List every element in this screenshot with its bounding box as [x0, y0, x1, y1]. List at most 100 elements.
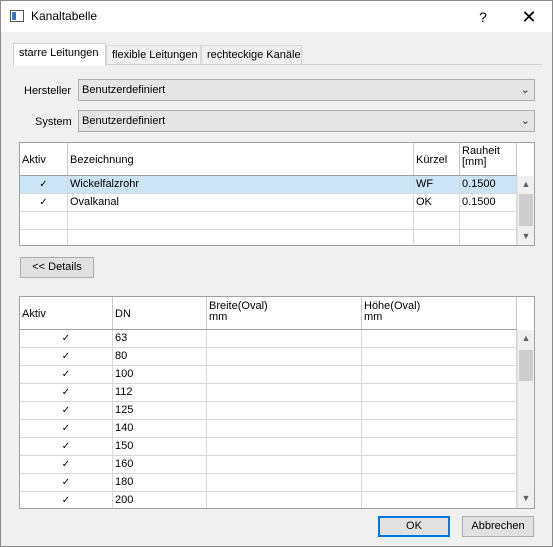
empty-cell: [460, 230, 517, 245]
title-bar: Kanaltabelle ? ✕: [1, 1, 552, 32]
hersteller-label: Hersteller: [24, 85, 72, 97]
table-row[interactable]: ✓ 63: [20, 330, 517, 348]
kuerzel-cell[interactable]: WF: [414, 176, 460, 193]
hoehe-cell[interactable]: [362, 492, 517, 508]
col-dn-header[interactable]: DN: [113, 297, 207, 329]
system-value: Benutzerdefiniert: [82, 115, 166, 127]
help-button[interactable]: ?: [461, 4, 505, 30]
checkmark-icon[interactable]: ✓: [20, 438, 113, 455]
breite-cell[interactable]: [207, 420, 362, 437]
col-aktiv-header[interactable]: Aktiv: [20, 143, 68, 175]
table-row[interactable]: ✓ 180: [20, 474, 517, 492]
col-kuerzel-header[interactable]: Kürzel: [414, 143, 460, 175]
breite-cell[interactable]: [207, 402, 362, 419]
table-row[interactable]: ✓ 200: [20, 492, 517, 508]
cancel-button[interactable]: Abbrechen: [462, 516, 534, 537]
table-row[interactable]: ✓ Ovalkanal OK 0.1500: [20, 194, 517, 212]
breite-cell[interactable]: [207, 456, 362, 473]
empty-cell: [68, 212, 414, 229]
checkmark-icon[interactable]: ✓: [20, 194, 68, 211]
col-bezeichnung-header[interactable]: Bezeichnung: [68, 143, 414, 175]
hoehe-cell[interactable]: [362, 456, 517, 473]
dn-cell[interactable]: 200: [113, 492, 207, 508]
dn-cell[interactable]: 180: [113, 474, 207, 491]
kanal-table-header: Aktiv Bezeichnung Kürzel Rauheit [mm]: [20, 143, 517, 176]
checkmark-icon[interactable]: ✓: [20, 176, 68, 193]
tab-flexible-leitungen[interactable]: flexible Leitungen: [106, 45, 201, 65]
system-label: System: [35, 116, 72, 128]
scroll-thumb[interactable]: [519, 194, 533, 226]
dn-cell[interactable]: 112: [113, 384, 207, 401]
checkmark-icon[interactable]: ✓: [20, 384, 113, 401]
hoehe-cell[interactable]: [362, 438, 517, 455]
hoehe-cell[interactable]: [362, 366, 517, 383]
ok-button[interactable]: OK: [378, 516, 450, 537]
bezeichnung-cell[interactable]: Ovalkanal: [68, 194, 414, 211]
breite-cell[interactable]: [207, 330, 362, 347]
hoehe-cell[interactable]: [362, 420, 517, 437]
empty-cell: [414, 230, 460, 245]
rauheit-cell[interactable]: 0.1500: [460, 176, 517, 193]
hoehe-unit: mm: [364, 311, 383, 323]
dn-cell[interactable]: 100: [113, 366, 207, 383]
empty-cell: [20, 212, 68, 229]
col-aktiv-header[interactable]: Aktiv: [20, 297, 113, 329]
table-row[interactable]: ✓ 125: [20, 402, 517, 420]
hoehe-cell[interactable]: [362, 474, 517, 491]
dn-cell[interactable]: 160: [113, 456, 207, 473]
checkmark-icon[interactable]: ✓: [20, 348, 113, 365]
scroll-down-icon[interactable]: ▼: [518, 228, 534, 245]
table-row[interactable]: ✓ 140: [20, 420, 517, 438]
rauheit-cell[interactable]: 0.1500: [460, 194, 517, 211]
table-row[interactable]: ✓ 160: [20, 456, 517, 474]
dn-cell[interactable]: 63: [113, 330, 207, 347]
table-row[interactable]: ✓ 100: [20, 366, 517, 384]
hoehe-cell[interactable]: [362, 402, 517, 419]
empty-cell: [20, 230, 68, 245]
checkmark-icon[interactable]: ✓: [20, 420, 113, 437]
checkmark-icon[interactable]: ✓: [20, 474, 113, 491]
checkmark-icon[interactable]: ✓: [20, 492, 113, 508]
checkmark-icon[interactable]: ✓: [20, 402, 113, 419]
scroll-down-icon[interactable]: ▼: [518, 490, 534, 507]
dn-cell[interactable]: 80: [113, 348, 207, 365]
table-row[interactable]: ✓ 150: [20, 438, 517, 456]
bezeichnung-cell[interactable]: Wickelfalzrohr: [68, 176, 414, 193]
breite-cell[interactable]: [207, 474, 362, 491]
breite-cell[interactable]: [207, 348, 362, 365]
empty-cell: [414, 212, 460, 229]
tab-rechteckige-kanaele[interactable]: rechteckige Kanäle: [201, 45, 302, 65]
dn-cell[interactable]: 140: [113, 420, 207, 437]
dn-cell[interactable]: 150: [113, 438, 207, 455]
scroll-thumb[interactable]: [519, 350, 533, 381]
checkmark-icon[interactable]: ✓: [20, 330, 113, 347]
scroll-up-icon[interactable]: ▲: [518, 330, 534, 347]
tab-starre-leitungen[interactable]: starre Leitungen: [13, 43, 106, 66]
col-hoehe-header[interactable]: Höhe(Oval) mm: [362, 297, 517, 329]
dialog-window: Kanaltabelle ? ✕ starre Leitungen flexib…: [0, 0, 553, 547]
scroll-up-icon[interactable]: ▲: [518, 176, 534, 193]
table-row[interactable]: ✓ 80: [20, 348, 517, 366]
table-row[interactable]: ✓ 112: [20, 384, 517, 402]
hoehe-cell[interactable]: [362, 330, 517, 347]
kanal-table-scrollbar[interactable]: ▲ ▼: [517, 176, 534, 245]
hersteller-select[interactable]: Benutzerdefiniert ⌄: [78, 79, 535, 101]
breite-cell[interactable]: [207, 384, 362, 401]
hoehe-cell[interactable]: [362, 384, 517, 401]
window-icon: [10, 10, 24, 22]
kuerzel-cell[interactable]: OK: [414, 194, 460, 211]
checkmark-icon[interactable]: ✓: [20, 456, 113, 473]
breite-cell[interactable]: [207, 438, 362, 455]
system-select[interactable]: Benutzerdefiniert ⌄: [78, 110, 535, 132]
breite-cell[interactable]: [207, 366, 362, 383]
close-icon[interactable]: ✕: [507, 4, 551, 30]
col-breite-header[interactable]: Breite(Oval) mm: [207, 297, 362, 329]
dn-cell[interactable]: 125: [113, 402, 207, 419]
col-rauheit-header[interactable]: Rauheit [mm]: [460, 143, 517, 175]
table-row[interactable]: ✓ Wickelfalzrohr WF 0.1500: [20, 176, 517, 194]
details-button[interactable]: << Details: [20, 257, 94, 278]
hoehe-cell[interactable]: [362, 348, 517, 365]
dn-table-scrollbar[interactable]: ▲ ▼: [517, 330, 534, 508]
breite-cell[interactable]: [207, 492, 362, 508]
checkmark-icon[interactable]: ✓: [20, 366, 113, 383]
